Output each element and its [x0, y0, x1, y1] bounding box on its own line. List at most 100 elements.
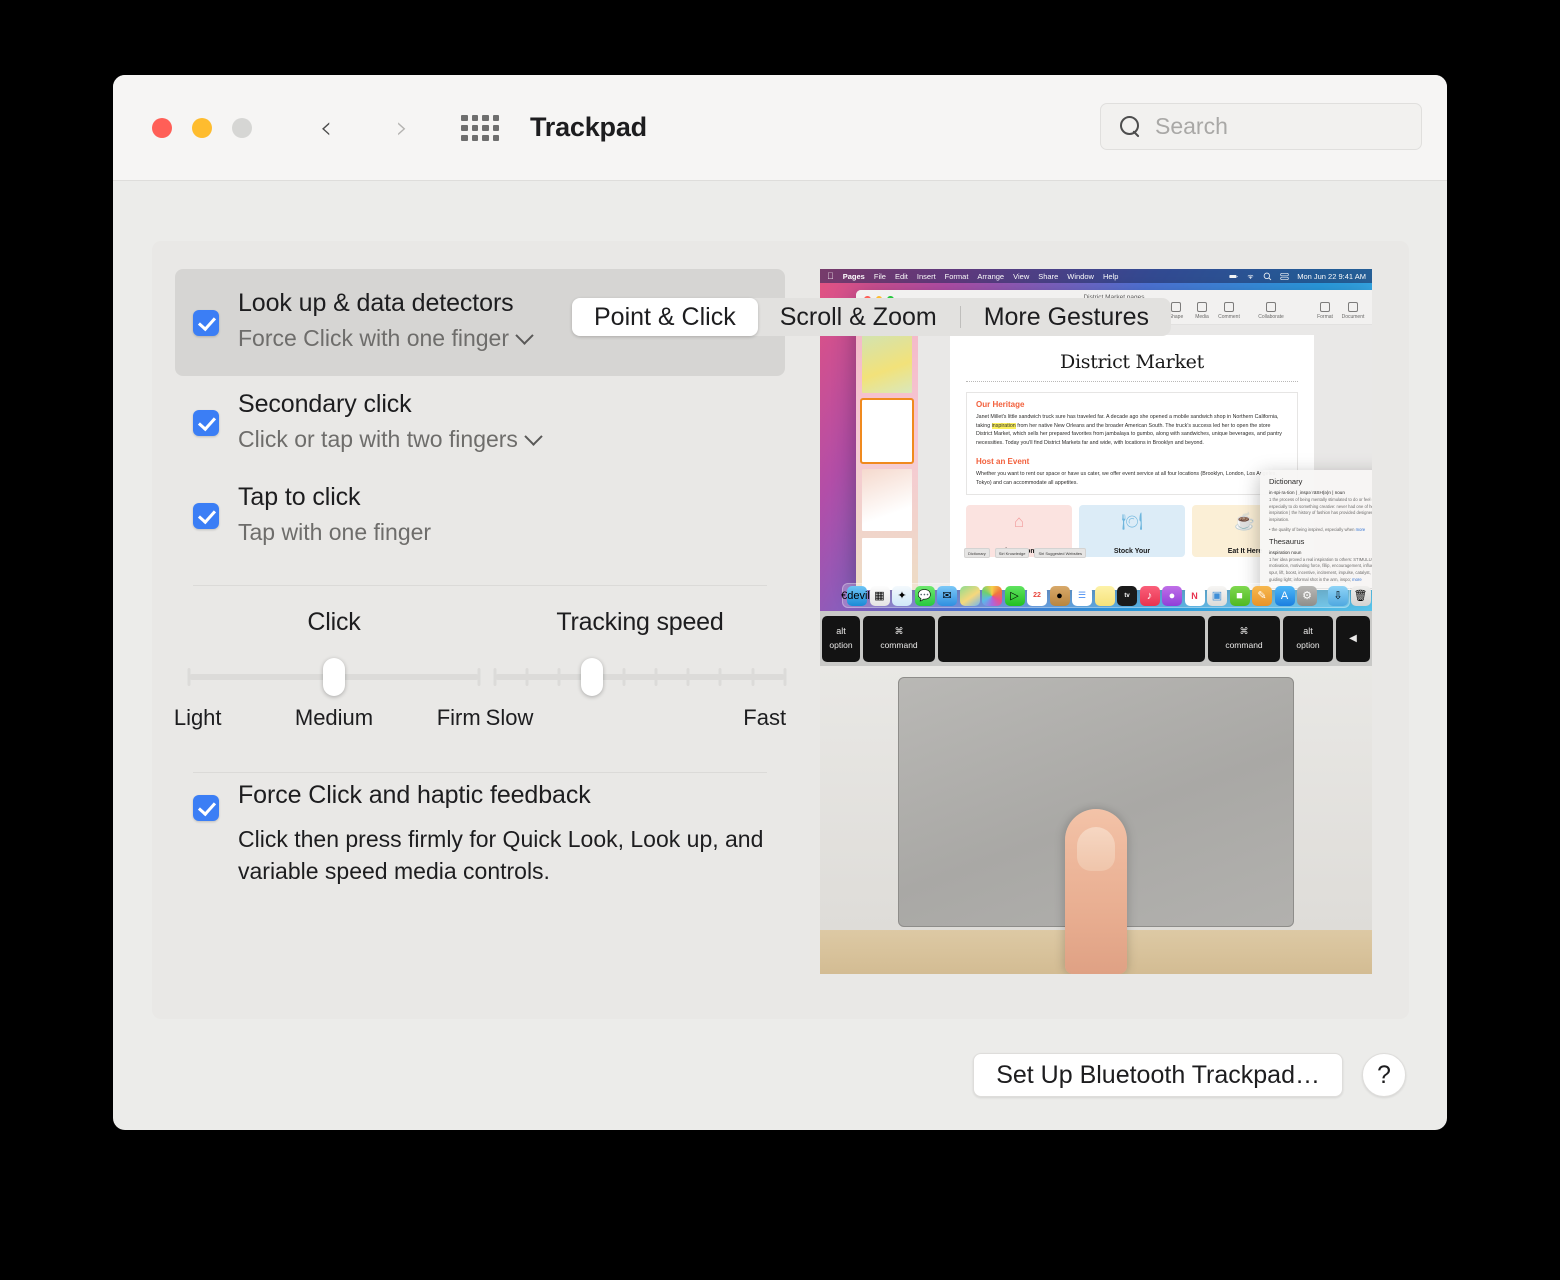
- tracking-slider[interactable]: [495, 667, 785, 687]
- document-paragraph-2: Whether you want to rent our space or ha…: [976, 470, 1288, 487]
- search-field[interactable]: [1100, 103, 1422, 150]
- pages-tool-collaborate: Collaborate: [1254, 302, 1288, 320]
- card-caption: Eat It Here: [1228, 548, 1263, 555]
- window-titlebar: ‹ › Trackpad: [113, 75, 1447, 181]
- tracking-slider-thumb[interactable]: [581, 658, 603, 696]
- checkbox-force-click[interactable]: [193, 795, 219, 821]
- tracking-slider-track[interactable]: [495, 674, 785, 680]
- dictionary-source-chips: Dictionary Siri Knowledge Siri Suggested…: [964, 548, 1086, 558]
- dock-icon-settings[interactable]: ⚙: [1297, 586, 1317, 606]
- tracking-slider-label: Tracking speed: [495, 608, 785, 637]
- chip-dictionary[interactable]: Dictionary: [964, 548, 990, 558]
- home-icon: ⌂: [1014, 513, 1024, 530]
- option-title-tap-to-click: Tap to click: [238, 481, 767, 514]
- back-button[interactable]: ‹: [309, 111, 343, 145]
- dock-icon-mail[interactable]: ✉: [937, 586, 957, 606]
- tab-scroll-and-zoom[interactable]: Scroll & Zoom: [758, 298, 959, 336]
- dock-icon-downloads[interactable]: ⇩: [1328, 586, 1348, 606]
- dock-icon-launchpad[interactable]: ▦: [870, 586, 890, 606]
- dock-icon-numbers[interactable]: ■: [1230, 586, 1250, 606]
- dock-icon-calendar[interactable]: 22: [1027, 586, 1047, 606]
- dictionary-term: in·spi·ra·tion | ˌinspəˈrāSH(ə)n | noun: [1269, 490, 1372, 495]
- dock-icon-pages[interactable]: ✎: [1252, 586, 1272, 606]
- force-click-section: Force Click and haptic feedback Click th…: [175, 773, 785, 888]
- tracking-slider-labels: Slow Fast: [495, 705, 785, 733]
- forward-button[interactable]: ›: [385, 111, 419, 145]
- dock-icon-finder[interactable]: €devil;: [847, 586, 867, 606]
- click-label-firm: Firm: [437, 705, 481, 731]
- dock-icon-maps[interactable]: [960, 586, 980, 606]
- dock-icon-appletv[interactable]: tv: [1117, 586, 1137, 606]
- menubar-item-window: Window: [1067, 272, 1094, 281]
- spotlight-search-icon: [1263, 272, 1272, 281]
- menubar-item-insert: Insert: [917, 272, 936, 281]
- help-button[interactable]: ?: [1362, 1053, 1406, 1097]
- dock-icon-notes[interactable]: [1095, 586, 1115, 606]
- preview-trackpad-photo: [820, 666, 1372, 974]
- menubar-item-view: View: [1013, 272, 1029, 281]
- set-up-bluetooth-trackpad-button[interactable]: Set Up Bluetooth Trackpad…: [973, 1053, 1343, 1097]
- search-input[interactable]: [1155, 113, 1385, 140]
- close-button[interactable]: [152, 118, 172, 138]
- menubar-app-name: Pages: [843, 272, 865, 281]
- minimize-button[interactable]: [192, 118, 212, 138]
- tab-point-and-click[interactable]: Point & Click: [572, 298, 758, 336]
- pages-tool-comment: Comment: [1212, 302, 1246, 320]
- checkbox-secondary-click[interactable]: [193, 410, 219, 436]
- document-paragraph-1: Janet Millet's little sandwich truck sur…: [976, 413, 1288, 448]
- dock-icon-appstore[interactable]: A: [1275, 586, 1295, 606]
- doc-p1b: from her native New Orleans and the broa…: [976, 423, 1282, 446]
- tracking-slider-tick: [494, 668, 497, 686]
- dictionary-more-link-2[interactable]: more: [1352, 577, 1362, 582]
- control-center-icon: [1280, 272, 1289, 281]
- tracking-label-slow: Slow: [486, 705, 534, 731]
- zoom-button[interactable]: [232, 118, 252, 138]
- menubar-item-help: Help: [1103, 272, 1118, 281]
- dock-icon-news[interactable]: N: [1185, 586, 1205, 606]
- dock-icon-reminders[interactable]: ☰: [1072, 586, 1092, 606]
- dock-icon-trash[interactable]: 🗑: [1351, 586, 1371, 606]
- option-row-secondary-click[interactable]: Secondary click Click or tap with two fi…: [175, 376, 785, 469]
- chip-siri-websites[interactable]: Siri Suggested Websites: [1034, 548, 1086, 558]
- dock-icon-contacts[interactable]: ●: [1050, 586, 1070, 606]
- page-thumbnail-selected[interactable]: [862, 400, 912, 462]
- tracking-slider-tick: [784, 668, 787, 686]
- key-top-label: alt: [1303, 625, 1313, 639]
- dictionary-more-link-1[interactable]: more: [1356, 527, 1366, 532]
- dock-icon-keynote[interactable]: ▣: [1207, 586, 1227, 606]
- highlighted-word: inspiration: [992, 423, 1016, 429]
- document-body: Our Heritage Janet Millet's little sandw…: [966, 392, 1298, 495]
- chevron-down-icon[interactable]: [524, 427, 542, 445]
- click-label-light: Light: [174, 705, 222, 731]
- cup-icon: ☕: [1234, 513, 1255, 530]
- click-slider-group: Click Light Medium Firm: [189, 608, 479, 733]
- tab-more-gestures[interactable]: More Gestures: [962, 298, 1171, 336]
- show-all-preferences-icon[interactable]: [461, 115, 499, 141]
- tracking-slider-tick: [687, 668, 690, 686]
- card-caption: Stock Your: [1114, 548, 1150, 555]
- utensils-icon: 🍽: [1121, 513, 1143, 530]
- click-slider-thumb[interactable]: [323, 658, 345, 696]
- chevron-down-icon[interactable]: [515, 326, 533, 344]
- dock-icon-facetime[interactable]: ▷: [1005, 586, 1025, 606]
- dock-icon-podcasts[interactable]: ●: [1162, 586, 1182, 606]
- page-thumbnail[interactable]: [862, 469, 912, 531]
- click-slider-tick: [478, 668, 481, 686]
- search-icon: [1119, 115, 1143, 139]
- menubar-clock: Mon Jun 22 9:41 AM: [1297, 272, 1366, 281]
- checkbox-tap-to-click[interactable]: [193, 503, 219, 529]
- option-row-tap-to-click[interactable]: Tap to click Tap with one finger: [175, 469, 785, 562]
- key-bottom-label: command: [1225, 639, 1262, 652]
- menubar-item-arrange: Arrange: [977, 272, 1004, 281]
- checkbox-look-up[interactable]: [193, 310, 219, 336]
- system-preferences-window: ‹ › Trackpad Point & Click Scroll & Zoom…: [113, 75, 1447, 1130]
- dock-icon-photos[interactable]: [982, 586, 1002, 606]
- click-slider[interactable]: [189, 667, 479, 687]
- dock-icon-music[interactable]: ♪: [1140, 586, 1160, 606]
- page-thumbnail[interactable]: [862, 331, 912, 393]
- dock-icon-messages[interactable]: 💬: [915, 586, 935, 606]
- dock-icon-safari[interactable]: ✦: [892, 586, 912, 606]
- chip-siri-knowledge[interactable]: Siri Knowledge: [995, 548, 1030, 558]
- key-top-label: ⌘: [1240, 625, 1249, 639]
- option-subtitle-secondary-click[interactable]: Click or tap with two fingers: [238, 423, 767, 455]
